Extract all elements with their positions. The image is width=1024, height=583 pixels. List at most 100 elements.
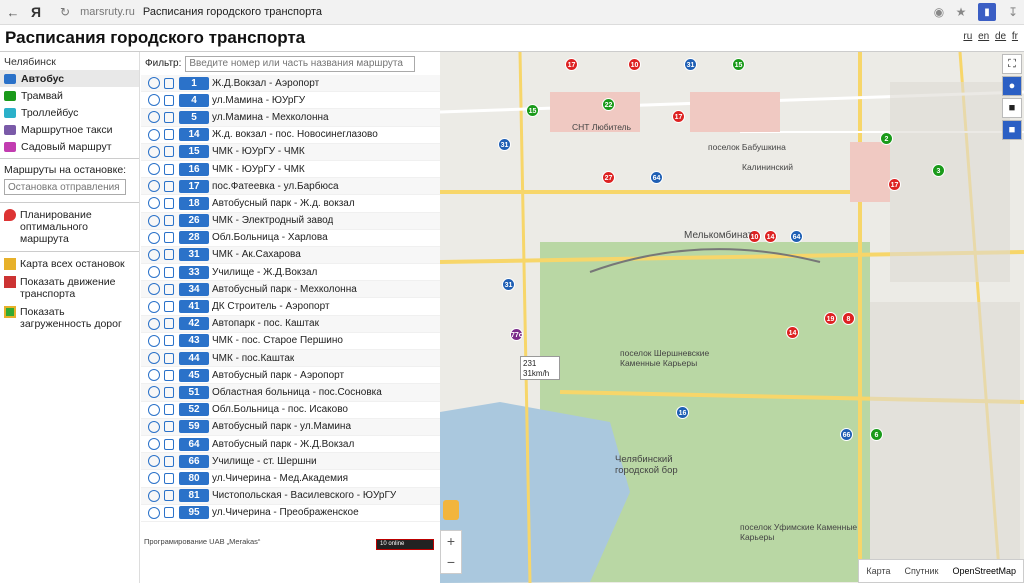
mode-tram[interactable]: Трамвай bbox=[0, 87, 139, 104]
zoom-to-route-icon[interactable] bbox=[148, 231, 160, 244]
address-bar[interactable]: ↻ marsruty.ru Расписания городского тран… bbox=[60, 3, 922, 22]
vehicle-marker[interactable]: 8 bbox=[842, 312, 855, 325]
route-name[interactable]: ул.Мамина - ЮУрГУ bbox=[212, 95, 305, 106]
route-row[interactable]: 41 ДК Строитель - Аэропорт bbox=[141, 298, 440, 316]
map[interactable]: 17 10 31 15 22 15 17 31 27 64 10 14 64 31 77c 16 19 8 66 6 1… bbox=[440, 52, 1024, 583]
route-name[interactable]: Обл.Больница - пос. Исаково bbox=[212, 404, 348, 415]
route-row[interactable]: 14 Ж.д. вокзал - пос. Новосинеглазово bbox=[141, 127, 440, 144]
route-row[interactable]: 59 Автобусный парк - ул.Мамина bbox=[141, 418, 440, 436]
route-row[interactable]: 28 Обл.Больница - Харлова bbox=[141, 230, 440, 247]
tool-vehicle-movement[interactable]: Показать движение транспорта bbox=[0, 273, 139, 303]
route-name[interactable]: Автобусный парк - ул.Мамина bbox=[212, 421, 351, 432]
route-number[interactable]: 95 bbox=[179, 506, 209, 520]
route-name[interactable]: ЧМК - ЮУрГУ - ЧМК bbox=[212, 146, 305, 157]
route-row[interactable]: 52 Обл.Больница - пос. Исаково bbox=[141, 402, 440, 419]
route-number[interactable]: 15 bbox=[179, 145, 209, 159]
layers-icon[interactable]: ● bbox=[1002, 76, 1022, 96]
route-row[interactable]: 44 ЧМК - пос.Каштак bbox=[141, 350, 440, 368]
mode-trolleybus[interactable]: Троллейбус bbox=[0, 104, 139, 121]
route-name[interactable]: Автобусный парк - Ж.д. вокзал bbox=[212, 198, 355, 209]
vehicle-marker[interactable]: 19 bbox=[824, 312, 837, 325]
route-row[interactable]: 17 пос.Фатеевка - ул.Барбюса bbox=[141, 178, 440, 196]
route-row[interactable]: 5 ул.Мамина - Мехколонна bbox=[141, 109, 440, 127]
route-row[interactable]: 95 ул.Чичерина - Преображенское bbox=[141, 505, 440, 522]
zoom-out-button[interactable]: − bbox=[441, 552, 461, 573]
route-name[interactable]: ул.Чичерина - Мед.Академия bbox=[212, 473, 348, 484]
route-name[interactable]: Автобусный парк - Аэропорт bbox=[212, 370, 344, 381]
vehicle-marker[interactable]: 31 bbox=[498, 138, 511, 151]
zoom-to-route-icon[interactable] bbox=[148, 197, 160, 210]
route-name[interactable]: Обл.Больница - Харлова bbox=[212, 232, 328, 243]
route-row[interactable]: 51 Областная больница - пос.Сосновка bbox=[141, 384, 440, 402]
route-number[interactable]: 44 bbox=[179, 351, 209, 365]
route-number[interactable]: 28 bbox=[179, 231, 209, 245]
route-name[interactable]: Ж.д. вокзал - пос. Новосинеглазово bbox=[212, 129, 378, 140]
route-name[interactable]: ЧМК - Ак.Сахарова bbox=[212, 249, 301, 260]
route-name[interactable]: Ж.Д.Вокзал - Аэропорт bbox=[212, 78, 319, 89]
zoom-to-route-icon[interactable] bbox=[148, 506, 160, 519]
vehicles-toggle-icon[interactable]: ■ bbox=[1002, 120, 1022, 140]
vehicle-marker[interactable]: 15 bbox=[526, 104, 539, 117]
traffic-toggle-icon[interactable]: ■ bbox=[1002, 98, 1022, 118]
bookmark-icon[interactable]: ▮ bbox=[978, 3, 996, 21]
route-name[interactable]: Областная больница - пос.Сосновка bbox=[212, 387, 382, 398]
vehicle-marker[interactable]: 2 bbox=[880, 132, 893, 145]
mode-garden[interactable]: Садовый маршрут bbox=[0, 138, 139, 155]
route-number[interactable]: 16 bbox=[179, 162, 209, 176]
route-row[interactable]: 26 ЧМК - Электродный завод bbox=[141, 212, 440, 230]
route-number[interactable]: 41 bbox=[179, 300, 209, 314]
vehicle-marker[interactable]: 16 bbox=[676, 406, 689, 419]
zoom-to-route-icon[interactable] bbox=[148, 352, 160, 365]
route-number[interactable]: 34 bbox=[179, 282, 209, 296]
zoom-to-route-icon[interactable] bbox=[148, 420, 160, 433]
route-number[interactable]: 18 bbox=[179, 196, 209, 210]
zoom-to-route-icon[interactable] bbox=[148, 180, 160, 193]
route-number[interactable]: 80 bbox=[179, 471, 209, 485]
vehicle-marker[interactable]: 64 bbox=[650, 171, 663, 184]
zoom-to-route-icon[interactable] bbox=[148, 300, 160, 313]
route-name[interactable]: Автопарк - пос. Каштак bbox=[212, 318, 319, 329]
route-row[interactable]: 33 Училище - Ж.Д.Вокзал bbox=[141, 264, 440, 282]
zoom-to-route-icon[interactable] bbox=[148, 128, 160, 141]
zoom-to-route-icon[interactable] bbox=[148, 317, 160, 330]
zoom-to-route-icon[interactable] bbox=[148, 283, 160, 296]
route-row[interactable]: 64 Автобусный парк - Ж.Д.Вокзал bbox=[141, 436, 440, 454]
maptype-map[interactable]: Карта bbox=[859, 560, 897, 582]
route-row[interactable]: 80 ул.Чичерина - Мед.Академия bbox=[141, 470, 440, 488]
zoom-to-route-icon[interactable] bbox=[148, 266, 160, 279]
route-row[interactable]: 42 Автопарк - пос. Каштак bbox=[141, 315, 440, 333]
route-name[interactable]: Училище - Ж.Д.Вокзал bbox=[212, 267, 317, 278]
route-name[interactable]: Училище - ст. Шершни bbox=[212, 456, 317, 467]
route-number[interactable]: 52 bbox=[179, 403, 209, 417]
vehicle-marker[interactable]: 31 bbox=[502, 278, 515, 291]
route-name[interactable]: Чистопольская - Василевского - ЮУрГУ bbox=[212, 490, 396, 501]
vehicle-marker[interactable]: 27 bbox=[602, 171, 615, 184]
route-number[interactable]: 14 bbox=[179, 128, 209, 142]
zoom-to-route-icon[interactable] bbox=[148, 163, 160, 176]
route-number[interactable]: 5 bbox=[179, 110, 209, 124]
route-name[interactable]: ДК Строитель - Аэропорт bbox=[212, 301, 330, 312]
zoom-to-route-icon[interactable] bbox=[148, 77, 160, 90]
star-icon[interactable]: ★ bbox=[950, 5, 972, 19]
zoom-to-route-icon[interactable] bbox=[148, 94, 160, 107]
translate-icon[interactable]: ◉ bbox=[928, 5, 950, 19]
stop-input[interactable] bbox=[4, 179, 126, 195]
lang-fr[interactable]: fr bbox=[1012, 31, 1018, 42]
lang-ru[interactable]: ru bbox=[963, 31, 972, 42]
vehicle-marker[interactable]: 31 bbox=[684, 58, 697, 71]
zoom-to-route-icon[interactable] bbox=[148, 403, 160, 416]
route-name[interactable]: ул.Чичерина - Преображенское bbox=[212, 507, 359, 518]
zoom-to-route-icon[interactable] bbox=[148, 455, 160, 468]
route-name[interactable]: ЧМК - Электродный завод bbox=[212, 215, 333, 226]
zoom-to-route-icon[interactable] bbox=[148, 214, 160, 227]
route-row[interactable]: 16 ЧМК - ЮУрГУ - ЧМК bbox=[141, 161, 440, 179]
route-number[interactable]: 59 bbox=[179, 420, 209, 434]
vehicle-marker[interactable]: 17 bbox=[565, 58, 578, 71]
route-number[interactable]: 4 bbox=[179, 93, 209, 107]
zoom-to-route-icon[interactable] bbox=[148, 334, 160, 347]
vehicle-marker[interactable]: 17 bbox=[672, 110, 685, 123]
street-view-icon[interactable] bbox=[443, 500, 459, 520]
lang-en[interactable]: en bbox=[978, 31, 989, 42]
tool-route-planner[interactable]: Планирование оптимального маршрута bbox=[0, 206, 139, 248]
route-number[interactable]: 17 bbox=[179, 179, 209, 193]
